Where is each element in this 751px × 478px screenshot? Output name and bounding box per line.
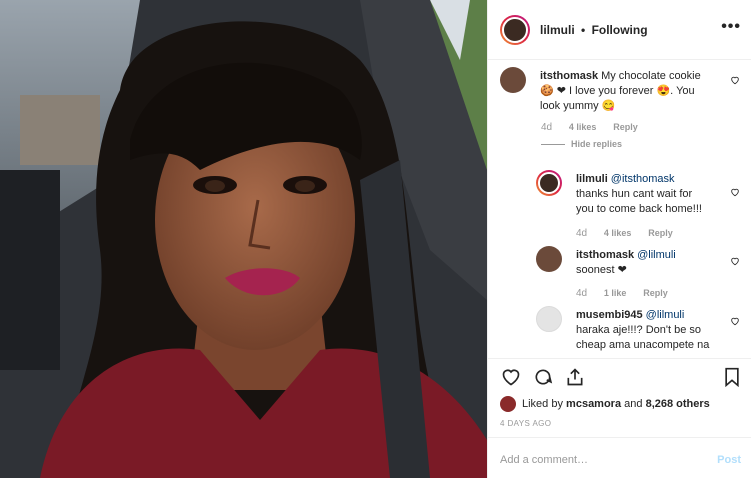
- post-side-panel: lilmuli • Following ••• itsthomask My cho…: [487, 0, 751, 478]
- reply-item: itsthomask @lilmuli soonest ❤: [536, 246, 740, 286]
- bookmark-icon[interactable]: [723, 367, 741, 387]
- hide-replies-label: Hide replies: [571, 139, 623, 149]
- follow-status[interactable]: Following: [592, 23, 648, 37]
- post-button[interactable]: Post: [717, 454, 741, 466]
- comment-username[interactable]: musembi945: [576, 309, 643, 321]
- heart-icon[interactable]: [730, 187, 740, 197]
- comment-body: musembi945 @lilmuli haraka aje!!!? Don't …: [576, 308, 710, 353]
- more-icon[interactable]: •••: [721, 19, 741, 35]
- post-date: 4 DAYS AGO: [500, 419, 552, 428]
- author-avatar[interactable]: [500, 14, 530, 45]
- commenter-avatar[interactable]: [536, 246, 562, 272]
- author-line: lilmuli • Following: [540, 23, 648, 37]
- comment-username[interactable]: itsthomask: [576, 249, 634, 261]
- comment-mention[interactable]: @lilmuli: [637, 249, 676, 261]
- comment-text: soonest ❤: [576, 264, 627, 276]
- comment-username[interactable]: lilmuli: [576, 173, 608, 185]
- comment-composer: Add a comment… Post: [488, 437, 751, 478]
- comment-icon[interactable]: [532, 367, 554, 387]
- comment-body: itsthomask My chocolate cookie 🍪 ❤ I love…: [540, 69, 710, 114]
- separator-dot: •: [581, 22, 586, 37]
- comment-likes[interactable]: 4 likes: [569, 122, 597, 132]
- likes-line: Liked by mcsamora and 8,268 others: [500, 396, 710, 412]
- heart-icon[interactable]: [730, 75, 740, 85]
- action-bar: [488, 358, 751, 394]
- heart-icon[interactable]: [730, 316, 740, 326]
- comment-meta: 4d 1 like Reply: [576, 288, 682, 299]
- commenter-avatar[interactable]: [536, 170, 562, 196]
- comment-age: 4d: [576, 288, 588, 299]
- comment-meta: 4d 4 likes Reply: [541, 122, 652, 133]
- liker-avatar[interactable]: [500, 396, 516, 412]
- comment-text: thanks hun cant wait for you to come bac…: [576, 188, 702, 215]
- author-username[interactable]: lilmuli: [540, 23, 575, 37]
- heart-icon[interactable]: [730, 256, 740, 266]
- comment-body: lilmuli @itsthomask thanks hun cant wait …: [576, 172, 710, 217]
- comment-username[interactable]: itsthomask: [540, 70, 598, 82]
- reply-item: musembi945 @lilmuli haraka aje!!!? Don't …: [536, 306, 740, 352]
- commenter-avatar[interactable]: [500, 67, 526, 93]
- liked-by-prefix: Liked by: [522, 398, 563, 410]
- comment-body: itsthomask @lilmuli soonest ❤: [576, 248, 710, 278]
- comment-mention[interactable]: @lilmuli: [646, 309, 685, 321]
- share-icon[interactable]: [564, 367, 586, 387]
- post-photo[interactable]: [0, 0, 487, 478]
- liked-by-and: and: [624, 398, 643, 410]
- comment-item: itsthomask My chocolate cookie 🍪 ❤ I love…: [500, 67, 740, 127]
- comments-list: itsthomask My chocolate cookie 🍪 ❤ I love…: [488, 61, 751, 357]
- hide-replies-button[interactable]: Hide replies: [541, 139, 622, 149]
- comment-age: 4d: [576, 228, 588, 239]
- divider: [541, 144, 565, 146]
- reply-button[interactable]: Reply: [613, 122, 638, 132]
- comment-meta: 4d 4 likes Reply: [576, 228, 687, 239]
- commenter-avatar[interactable]: [536, 306, 562, 332]
- comment-likes[interactable]: 4 likes: [604, 228, 632, 238]
- others-count[interactable]: 8,268 others: [646, 398, 710, 410]
- reply-button[interactable]: Reply: [648, 228, 673, 238]
- comment-age: 4d: [541, 122, 553, 133]
- comment-text: haraka aje!!!? Don't be so cheap ama una…: [576, 324, 710, 351]
- selfie-image: [0, 0, 487, 478]
- heart-icon[interactable]: [500, 367, 522, 387]
- liker-username[interactable]: mcsamora: [566, 398, 621, 410]
- comment-mention[interactable]: @itsthomask: [611, 173, 675, 185]
- reply-button[interactable]: Reply: [643, 288, 668, 298]
- comment-likes[interactable]: 1 like: [604, 288, 627, 298]
- comment-input[interactable]: Add a comment…: [500, 454, 588, 466]
- reply-item: lilmuli @itsthomask thanks hun cant wait …: [536, 170, 740, 226]
- post-header: lilmuli • Following •••: [488, 0, 751, 60]
